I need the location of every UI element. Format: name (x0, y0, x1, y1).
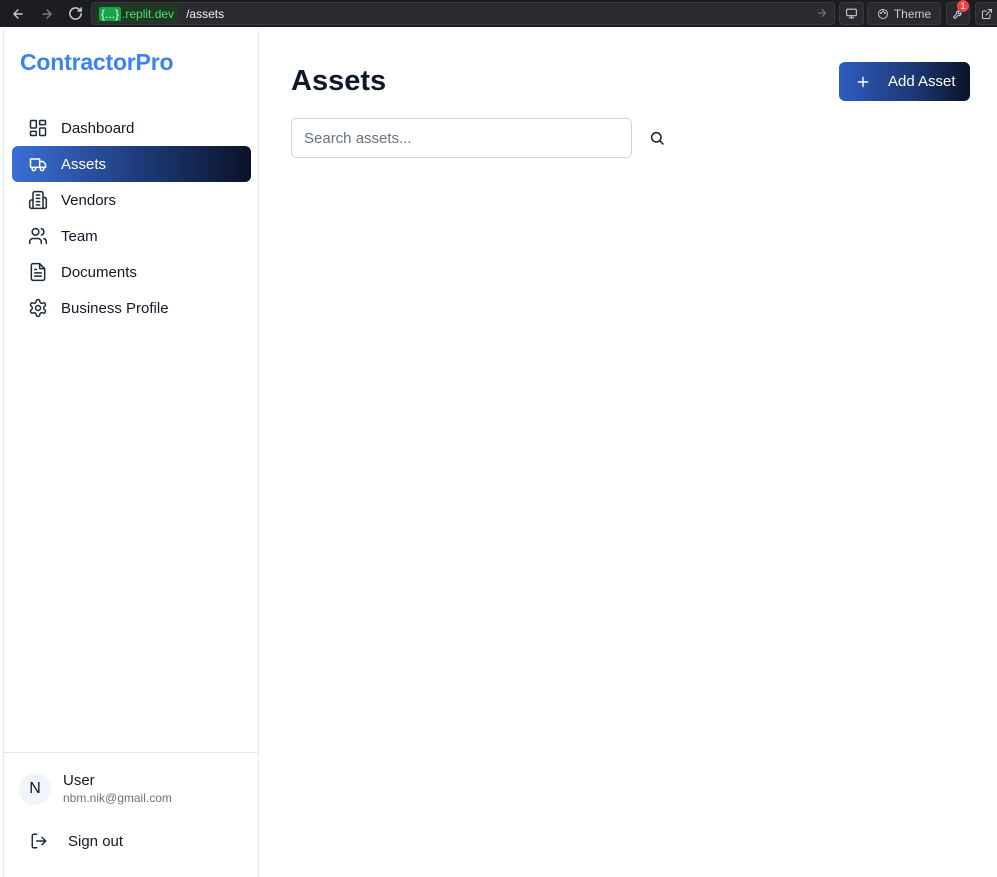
log-out-icon (29, 832, 49, 850)
users-icon (28, 226, 48, 246)
search-input[interactable] (291, 118, 632, 158)
add-asset-button[interactable]: Add Asset (839, 62, 970, 101)
sidebar-item-label: Dashboard (61, 119, 135, 137)
monitor-icon (846, 8, 857, 19)
go-arrow-icon[interactable] (816, 6, 828, 24)
page-title: Assets (291, 65, 387, 97)
address-bar[interactable]: {...} .replit.dev /assets (91, 2, 835, 25)
plus-icon (855, 75, 871, 89)
sidebar-footer: N User nbm.nik@gmail.com Sign out (4, 752, 259, 877)
domain-host: .replit.dev (122, 6, 175, 21)
open-new-tab-button[interactable] (975, 2, 997, 25)
url-path: /assets (186, 6, 225, 21)
building-icon (28, 190, 48, 210)
sidebar-item-label: Assets (61, 155, 107, 173)
sidebar: ContractorPro Dashboard Assets Vendors T… (3, 30, 259, 877)
forward-arrow-icon[interactable] (33, 0, 61, 27)
search-icon[interactable] (645, 127, 669, 149)
user-name: User (63, 772, 95, 789)
dashboard-icon (28, 118, 48, 138)
sidebar-item-business-profile[interactable]: Business Profile (12, 290, 251, 326)
reload-icon[interactable] (61, 0, 89, 27)
domain-pill: {...} .replit.dev (95, 4, 179, 23)
browser-toolbar: {...} .replit.dev /assets Theme 1 (0, 0, 997, 27)
sidebar-nav: Dashboard Assets Vendors Team Documents (12, 110, 251, 326)
sign-out-label: Sign out (68, 832, 124, 850)
external-link-icon (981, 8, 992, 19)
avatar[interactable]: N (19, 773, 51, 805)
sidebar-item-label: Business Profile (61, 299, 169, 317)
notification-badge: 1 (957, 0, 969, 12)
sidebar-item-team[interactable]: Team (12, 218, 251, 254)
add-asset-label: Add Asset (888, 73, 956, 90)
devices-button[interactable] (839, 2, 864, 25)
sidebar-item-documents[interactable]: Documents (12, 254, 251, 290)
sidebar-item-label: Documents (61, 263, 137, 281)
sidebar-item-vendors[interactable]: Vendors (12, 182, 251, 218)
document-icon (28, 262, 48, 282)
theme-label: Theme (893, 6, 932, 21)
brand-logo[interactable]: ContractorPro (20, 49, 174, 76)
back-arrow-icon[interactable] (4, 0, 32, 27)
sidebar-item-label: Vendors (61, 191, 117, 209)
sidebar-item-assets[interactable]: Assets (12, 146, 251, 182)
sidebar-item-label: Team (61, 227, 98, 245)
theme-button[interactable]: Theme (867, 2, 941, 25)
user-email: nbm.nik@gmail.com (63, 791, 172, 805)
sign-out-button[interactable]: Sign out (29, 823, 229, 859)
palette-icon (877, 8, 888, 19)
domain-prefix: {...} (99, 6, 122, 21)
gear-icon (28, 298, 48, 318)
truck-icon (28, 154, 48, 174)
sidebar-item-dashboard[interactable]: Dashboard (12, 110, 251, 146)
